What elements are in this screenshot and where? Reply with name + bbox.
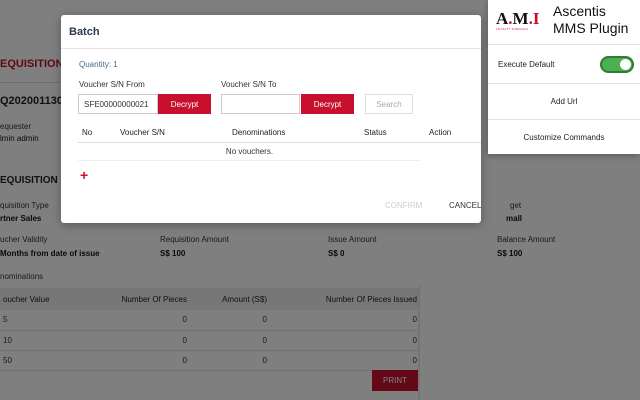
column-header: Denominations	[232, 128, 286, 137]
ami-logo: A.M.I LOYALTY THROUGH	[496, 9, 540, 31]
voucher-from-label: Voucher S/N From	[79, 80, 145, 89]
quantity-text: Quantity: 1	[79, 60, 118, 69]
cancel-button[interactable]: CANCEL	[449, 201, 481, 210]
modal-divider	[61, 48, 481, 49]
decrypt-to-button[interactable]: Decrypt	[301, 94, 354, 114]
batch-modal: Batch Quantity: 1 Voucher S/N From Decry…	[61, 15, 481, 223]
add-url-button[interactable]: Add Url	[488, 83, 640, 119]
decrypt-from-button[interactable]: Decrypt	[158, 94, 211, 114]
voucher-table-header: No Voucher S/N Denominations Status Acti…	[78, 123, 481, 143]
voucher-from-input[interactable]	[78, 94, 158, 114]
add-voucher-icon[interactable]: +	[80, 168, 88, 182]
execute-default-label: Execute Default	[498, 60, 555, 69]
modal-title: Batch	[69, 26, 100, 38]
toggle-knob	[620, 59, 631, 70]
plugin-header: A.M.I LOYALTY THROUGH Ascentis MMS Plugi…	[488, 0, 640, 44]
plugin-popup: A.M.I LOYALTY THROUGH Ascentis MMS Plugi…	[488, 0, 640, 154]
customize-commands-button[interactable]: Customize Commands	[488, 119, 640, 154]
execute-default-toggle[interactable]	[600, 56, 634, 73]
empty-vouchers-message: No vouchers.	[78, 143, 421, 161]
voucher-to-label: Voucher S/N To	[221, 80, 277, 89]
execute-default-row: Execute Default	[488, 44, 640, 83]
plugin-name: Ascentis MMS Plugin	[553, 3, 629, 36]
column-header: Status	[364, 128, 387, 137]
search-button[interactable]: Search	[365, 94, 413, 114]
confirm-button[interactable]: CONFIRM	[385, 201, 422, 210]
voucher-to-input[interactable]	[221, 94, 300, 114]
column-header: Action	[429, 128, 452, 137]
column-header: Voucher S/N	[120, 128, 165, 137]
column-header: No	[82, 128, 93, 137]
